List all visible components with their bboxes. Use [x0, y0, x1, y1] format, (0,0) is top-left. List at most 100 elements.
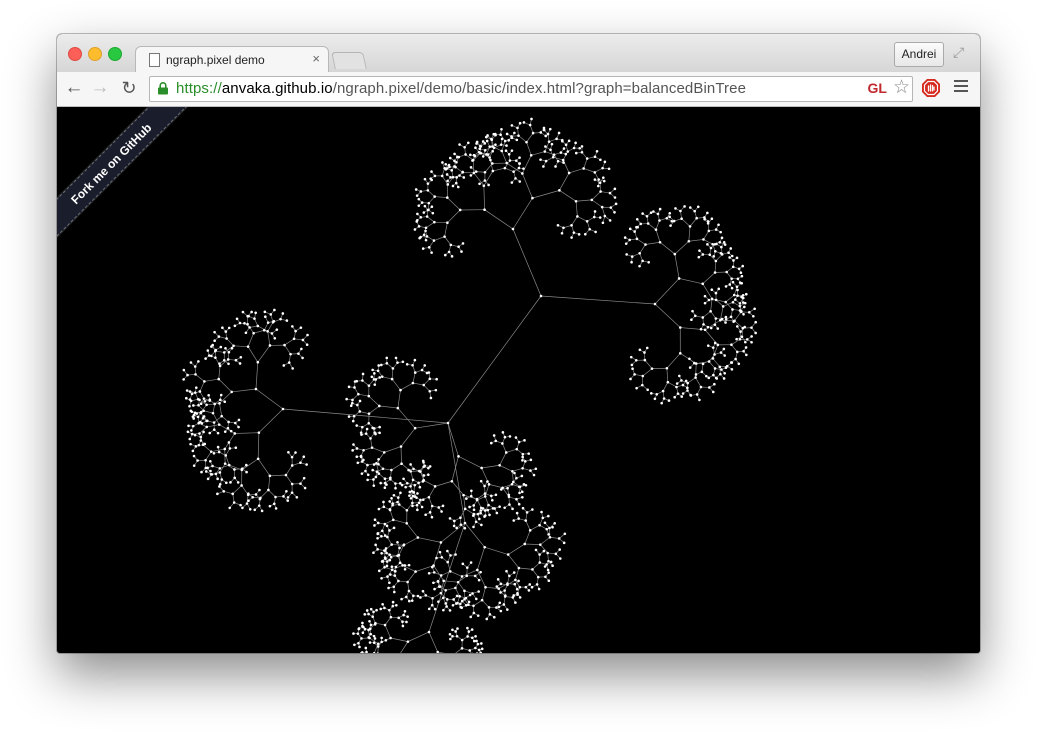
- new-tab-button[interactable]: [331, 52, 367, 69]
- graph-edge: [507, 554, 520, 569]
- graph-node: [383, 556, 387, 559]
- address-bar[interactable]: https://anvaka.github.io/ngraph.pixel/de…: [149, 76, 913, 102]
- maximize-window-button[interactable]: [108, 47, 122, 61]
- graph-node: [420, 368, 424, 372]
- graph-node: [609, 206, 613, 209]
- graph-node: [474, 646, 477, 650]
- graph-node: [367, 636, 370, 639]
- graph-edge: [472, 160, 475, 173]
- graph-edge: [444, 222, 448, 237]
- graph-node: [229, 481, 232, 484]
- profile-button[interactable]: Andrei: [894, 42, 944, 67]
- graph-node: [753, 307, 756, 311]
- graph-node: [446, 179, 449, 183]
- graph-node: [713, 353, 716, 356]
- graph-edge: [583, 168, 595, 173]
- forward-button[interactable]: →: [90, 77, 110, 99]
- graph-node: [741, 264, 745, 268]
- graph-edge: [708, 361, 716, 369]
- graph-node: [196, 397, 200, 401]
- graph-node: [388, 558, 392, 562]
- graph-node: [356, 403, 359, 407]
- graph-node: [492, 615, 496, 619]
- graph-node: [483, 170, 487, 174]
- gl-extension-icon[interactable]: GL: [868, 80, 887, 96]
- graph-node: [385, 560, 389, 563]
- graph-node: [368, 619, 371, 623]
- graph-node: [375, 461, 378, 465]
- graph-canvas[interactable]: [57, 107, 980, 653]
- graph-edge: [400, 427, 416, 447]
- graph-node: [529, 154, 533, 157]
- graph-node: [406, 640, 410, 643]
- bookmark-star-icon[interactable]: ☆: [893, 77, 910, 99]
- graph-node: [240, 484, 243, 487]
- menu-hamburger-icon[interactable]: [954, 80, 968, 94]
- graph-node: [451, 628, 454, 632]
- graph-node: [438, 550, 442, 554]
- graph-edge: [477, 547, 486, 571]
- graph-node: [498, 463, 501, 467]
- graph-node: [459, 602, 462, 606]
- graph-node: [457, 245, 460, 249]
- graph-node: [382, 451, 386, 454]
- graph-node: [351, 398, 354, 402]
- graph-node: [381, 603, 384, 606]
- graph-node: [472, 171, 476, 175]
- back-button[interactable]: ←: [64, 77, 84, 99]
- graph-node: [391, 604, 395, 608]
- graph-node: [719, 318, 722, 322]
- tab-ngraph-pixel-demo[interactable]: ngraph.pixel demo ×: [135, 46, 329, 74]
- graph-edge: [710, 311, 717, 319]
- graph-node: [544, 159, 548, 163]
- graph-node: [205, 425, 209, 429]
- graph-edge: [368, 395, 380, 407]
- graph-node: [459, 516, 462, 520]
- graph-node: [677, 277, 681, 280]
- graph-node: [510, 181, 514, 184]
- fullscreen-icon[interactable]: ⤢: [953, 44, 969, 60]
- graph-node: [299, 461, 302, 465]
- graph-node: [649, 211, 653, 214]
- graph-node: [445, 196, 449, 199]
- graph-node: [572, 146, 576, 150]
- graph-node: [503, 589, 506, 592]
- minimize-window-button[interactable]: [88, 47, 102, 61]
- graph-edge: [407, 631, 430, 642]
- graph-node: [678, 326, 682, 329]
- graph-edge: [397, 390, 401, 409]
- graph-node: [527, 589, 531, 592]
- graph-node: [529, 469, 532, 472]
- graph-edge: [232, 493, 235, 503]
- tab-close-icon[interactable]: ×: [312, 51, 320, 66]
- graph-node: [287, 450, 290, 454]
- graph-node: [722, 240, 726, 244]
- reload-button[interactable]: ↻: [119, 77, 139, 99]
- graph-node: [347, 385, 351, 389]
- graph-node: [508, 159, 512, 162]
- graph-node: [220, 478, 224, 481]
- graph-node: [483, 484, 486, 488]
- graph-node: [440, 174, 444, 178]
- graph-node: [213, 330, 216, 334]
- close-window-button[interactable]: [68, 47, 82, 61]
- graph-node: [603, 214, 607, 218]
- graph-node: [480, 598, 484, 602]
- graph-node: [713, 367, 717, 370]
- adblock-extension-icon[interactable]: [921, 78, 941, 98]
- graph-node: [668, 211, 672, 215]
- graph-node: [427, 371, 431, 374]
- graph-node: [613, 187, 617, 191]
- graph-node: [635, 237, 639, 241]
- graph-node: [483, 492, 487, 495]
- graph-node: [457, 155, 461, 159]
- graph-node: [379, 363, 383, 367]
- graph-node: [741, 293, 745, 297]
- graph-node: [598, 181, 602, 185]
- graph-node: [730, 343, 733, 346]
- graph-node: [518, 596, 522, 599]
- graph-node: [531, 196, 534, 200]
- graph-node: [204, 458, 207, 462]
- graph-node: [543, 150, 547, 153]
- graph-node: [385, 524, 389, 528]
